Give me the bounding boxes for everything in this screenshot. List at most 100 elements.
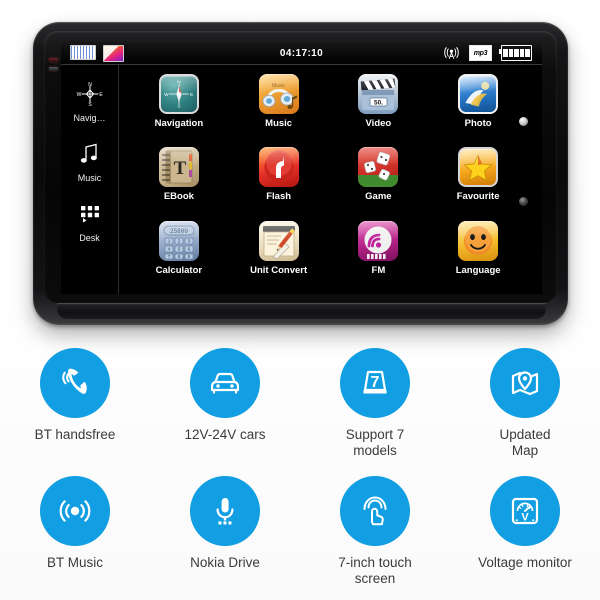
app-game[interactable]: Game (329, 144, 429, 217)
smiley-app-icon[interactable] (458, 220, 499, 261)
feature-updated-map[interactable]: Updated Map (450, 348, 600, 460)
app-video[interactable]: 50. Video (329, 71, 429, 144)
battery-icon (499, 45, 532, 61)
radio-wave-app-icon[interactable] (358, 220, 399, 261)
app-ebook[interactable]: T EBook (129, 144, 229, 217)
feature-badge-list: BT handsfree 12V-24V cars 7 Support 7 mo… (0, 348, 600, 588)
light-sensor (519, 197, 528, 206)
feature-label: 12V-24V cars (184, 427, 266, 442)
app-language[interactable]: Language (428, 218, 528, 291)
gps-device: 04:17:10 mp3 N S W E Navig… Music Desk N… (33, 22, 568, 325)
calculator-display: 25800 (170, 228, 188, 235)
svg-text:2: 2 (178, 238, 181, 243)
app-label: Photo (464, 118, 492, 129)
feature-bt-handsfree[interactable]: BT handsfree (0, 348, 150, 460)
music-note-icon (77, 137, 103, 171)
app-label: FM (371, 264, 386, 276)
status-bar: 04:17:10 mp3 (61, 42, 542, 65)
sidebar-item-music[interactable]: Music (61, 137, 118, 183)
sidebar-item-desk[interactable]: Desk (61, 197, 118, 243)
clapperboard-app-icon[interactable]: 50. (358, 74, 399, 114)
app-label: Video (365, 118, 392, 129)
indicator-light (519, 117, 528, 126)
app-unit-convert[interactable]: Unit Convert (229, 218, 329, 291)
svg-text:1: 1 (168, 238, 171, 243)
feature-nokia-drive[interactable]: Nokia Drive (150, 475, 300, 588)
svg-text:S: S (177, 104, 180, 109)
svg-text:V: V (521, 511, 529, 523)
desk-grid-icon (77, 197, 103, 231)
app-fm[interactable]: FM (329, 218, 429, 291)
app-grid: N S W E Navigation Music Music 50. Video… (119, 65, 542, 294)
photo-app-icon[interactable] (458, 74, 499, 114)
power-button[interactable] (49, 58, 58, 62)
svg-text:E: E (99, 92, 103, 98)
svg-text:N: N (177, 80, 180, 85)
feature-label: Support 7 models (345, 427, 405, 459)
app-label: EBook (163, 191, 194, 203)
feature-voltage-monitor[interactable]: V Voltage monitor (450, 475, 600, 588)
svg-text:50.: 50. (374, 99, 383, 106)
svg-text:3: 3 (188, 238, 191, 243)
app-navigation[interactable]: N S W E Navigation (129, 71, 229, 144)
phone-ringing-icon (40, 348, 110, 418)
app-music[interactable]: Music Music (229, 71, 329, 144)
screen-sidebar: N S W E Navig… Music Desk (61, 65, 119, 294)
svg-text:7: 7 (168, 254, 171, 259)
feature-label: BT handsfree (34, 427, 116, 442)
reset-button[interactable] (49, 67, 58, 71)
svg-text:S: S (88, 102, 92, 108)
svg-text:9: 9 (188, 254, 191, 259)
sidebar-item-label: Music (77, 173, 102, 183)
svg-text:N: N (88, 82, 92, 88)
feature-label: Voltage monitor (478, 554, 572, 570)
svg-text:E: E (190, 92, 193, 97)
status-clock: 04:17:10 (279, 47, 324, 59)
app-flash[interactable]: Flash (229, 144, 329, 217)
svg-text:5: 5 (178, 246, 181, 251)
feature-label: Updated Map (499, 427, 551, 459)
star-app-icon[interactable] (458, 147, 499, 188)
app-label: Unit Convert (250, 264, 308, 276)
feature-touch-screen[interactable]: 7-inch touch screen (300, 475, 450, 588)
flash-app-icon[interactable] (258, 147, 299, 188)
feature-label: BT Music (46, 554, 103, 570)
headphones-app-icon[interactable]: Music (258, 74, 299, 114)
app-favourite[interactable]: Favourite (428, 144, 528, 217)
notepad-pencil-app-icon[interactable] (258, 220, 299, 261)
car-icon (190, 348, 260, 418)
svg-text:8: 8 (178, 254, 181, 259)
ebook-letter: T (174, 158, 187, 179)
dice-app-icon[interactable] (358, 147, 399, 188)
calculator-app-icon[interactable]: 25800 1 2 3 4 5 6 7 8 9 (158, 220, 199, 261)
feature-label: Nokia Drive (190, 554, 260, 570)
feature-bt-music[interactable]: BT Music (0, 475, 150, 588)
seven-models-icon: 7 (340, 348, 410, 418)
touch-gesture-icon (340, 475, 410, 546)
app-label: Calculator (155, 264, 203, 276)
device-screen[interactable]: 04:17:10 mp3 N S W E Navig… Music Desk N… (61, 42, 542, 294)
device-foot (57, 303, 546, 319)
app-photo[interactable]: Photo (428, 71, 528, 144)
app-label: Navigation (154, 118, 204, 129)
feature-support-7-models[interactable]: 7 Support 7 models (300, 348, 450, 460)
svg-text:6: 6 (188, 246, 191, 251)
book-app-icon[interactable]: T (158, 147, 199, 188)
app-label: Game (365, 191, 392, 203)
feature-12v-24v-cars[interactable]: 12V-24V cars (150, 348, 300, 460)
app-label: Favourite (456, 191, 500, 203)
voltage-gauge-icon: V (490, 475, 560, 546)
compass-icon: N S W E (75, 77, 105, 111)
app-calculator[interactable]: 25800 1 2 3 4 5 6 7 8 9 Calculator (129, 218, 229, 291)
compass-app-icon[interactable]: N S W E (158, 74, 199, 114)
svg-text:Music: Music (272, 83, 286, 89)
app-label: Flash (266, 191, 292, 203)
app-label: Language (455, 264, 501, 276)
page-root: 04:17:10 mp3 N S W E Navig… Music Desk N… (0, 0, 600, 600)
svg-text:4: 4 (168, 246, 171, 251)
svg-text:W: W (164, 92, 169, 97)
device-side-buttons[interactable] (49, 58, 58, 76)
feature-label: 7-inch touch screen (338, 554, 412, 587)
map-pin-icon (490, 348, 560, 418)
sidebar-item-navigation[interactable]: N S W E Navig… (61, 77, 118, 123)
